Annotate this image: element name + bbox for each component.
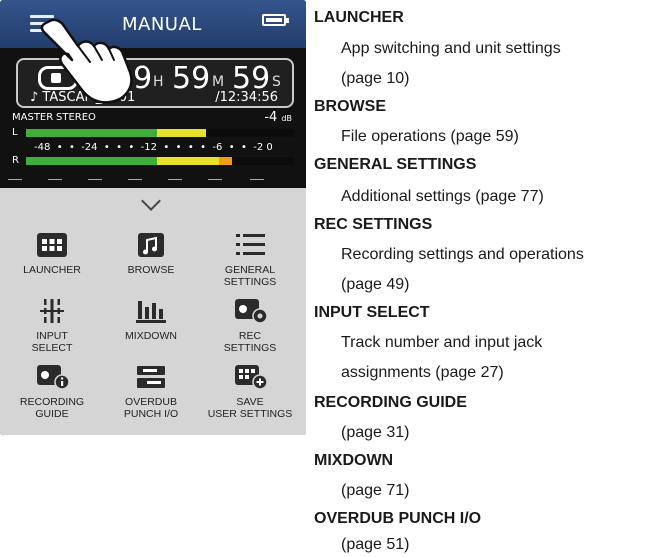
meter-scale: -48 • • -24 • • • -12 • • • • -6 • • -2 … <box>34 142 273 153</box>
recording-guide-button[interactable]: RECORDING GUIDE <box>2 364 102 420</box>
overdub-punch-desc-line1: (page 51) <box>341 536 410 553</box>
list-icon <box>232 232 268 258</box>
rec-settings-button[interactable]: REC SETTINGS <box>200 298 300 354</box>
launcher-label: LAUNCHER <box>23 264 81 276</box>
right-level-meter <box>26 157 294 165</box>
mode-label: STEREO <box>56 112 96 123</box>
input-select-label: INPUT SELECT <box>31 330 73 354</box>
launcher-grid-icon <box>34 232 70 258</box>
mixdown-label: MIXDOWN <box>125 330 177 342</box>
input-select-desc-line1: Track number and input jack <box>341 334 543 351</box>
input-select-heading: INPUT SELECT <box>314 304 430 321</box>
save-plus-icon <box>232 364 268 390</box>
general-settings-button[interactable]: GENERAL SETTINGS <box>200 232 300 288</box>
pointing-hand-icon <box>40 18 133 104</box>
launcher-button[interactable]: LAUNCHER <box>2 232 102 276</box>
overdub-punch-heading: OVERDUB PUNCH I/O <box>314 510 482 527</box>
recording-guide-heading: RECORDING GUIDE <box>314 394 467 411</box>
music-note-folder-icon <box>133 232 169 258</box>
mixdown-desc-line1: (page 71) <box>341 482 410 499</box>
save-user-settings-label: SAVE USER SETTINGS <box>207 396 293 420</box>
left-level-meter <box>26 129 294 137</box>
general-settings-desc-line1: Additional settings (page 77) <box>341 188 544 205</box>
remaining-time: /12:34:56 <box>215 90 278 105</box>
recording-guide-desc-line1: (page 31) <box>341 424 410 441</box>
battery-icon <box>262 14 289 26</box>
rec-settings-heading: REC SETTINGS <box>314 216 433 233</box>
browse-heading: BROWSE <box>314 98 386 115</box>
overdub-punch-label: OVERDUB PUNCH I/O <box>123 396 179 420</box>
level-readout: -4 dB <box>264 110 292 125</box>
minutes-unit: M <box>212 74 225 90</box>
device-screen: MANUAL 99 H 59 M 59 S ♪ TASCAM_0001 /12:… <box>0 0 306 435</box>
input-routing-icon <box>34 298 70 324</box>
mixdown-heading: MIXDOWN <box>314 452 394 469</box>
track-divider <box>0 173 306 187</box>
general-settings-heading: GENERAL SETTINGS <box>314 156 477 173</box>
right-channel-label: R <box>12 155 19 166</box>
master-label: MASTER <box>12 112 54 123</box>
launcher-heading: LAUNCHER <box>314 9 404 26</box>
rec-settings-label: REC SETTINGS <box>223 330 277 354</box>
browse-button[interactable]: BROWSE <box>101 232 201 276</box>
rec-gear-icon <box>232 298 268 324</box>
browse-desc-line1: File operations (page 59) <box>341 128 519 145</box>
launcher-desc-line2: (page 10) <box>341 70 410 87</box>
hours-unit: H <box>153 74 164 90</box>
mixdown-button[interactable]: MIXDOWN <box>101 298 201 342</box>
recording-info-icon <box>34 364 70 390</box>
rec-settings-desc-line1: Recording settings and operations <box>341 246 584 263</box>
rec-settings-desc-line2: (page 49) <box>341 276 410 293</box>
left-channel-label: L <box>12 127 18 138</box>
launcher-desc-line1: App switching and unit settings <box>341 40 561 57</box>
recording-guide-label: RECORDING GUIDE <box>19 396 85 420</box>
minutes-value: 59 <box>172 61 211 96</box>
seconds-unit: S <box>272 74 281 90</box>
overdub-icon <box>133 364 169 390</box>
input-select-desc-line2: assignments (page 27) <box>341 364 504 381</box>
overdub-punch-button[interactable]: OVERDUB PUNCH I/O <box>101 364 201 420</box>
browse-label: BROWSE <box>127 264 175 276</box>
input-select-button[interactable]: INPUT SELECT <box>2 298 102 354</box>
save-user-settings-button[interactable]: SAVE USER SETTINGS <box>200 364 300 420</box>
mixdown-icon <box>133 298 169 324</box>
general-settings-label: GENERAL SETTINGS <box>223 264 277 288</box>
